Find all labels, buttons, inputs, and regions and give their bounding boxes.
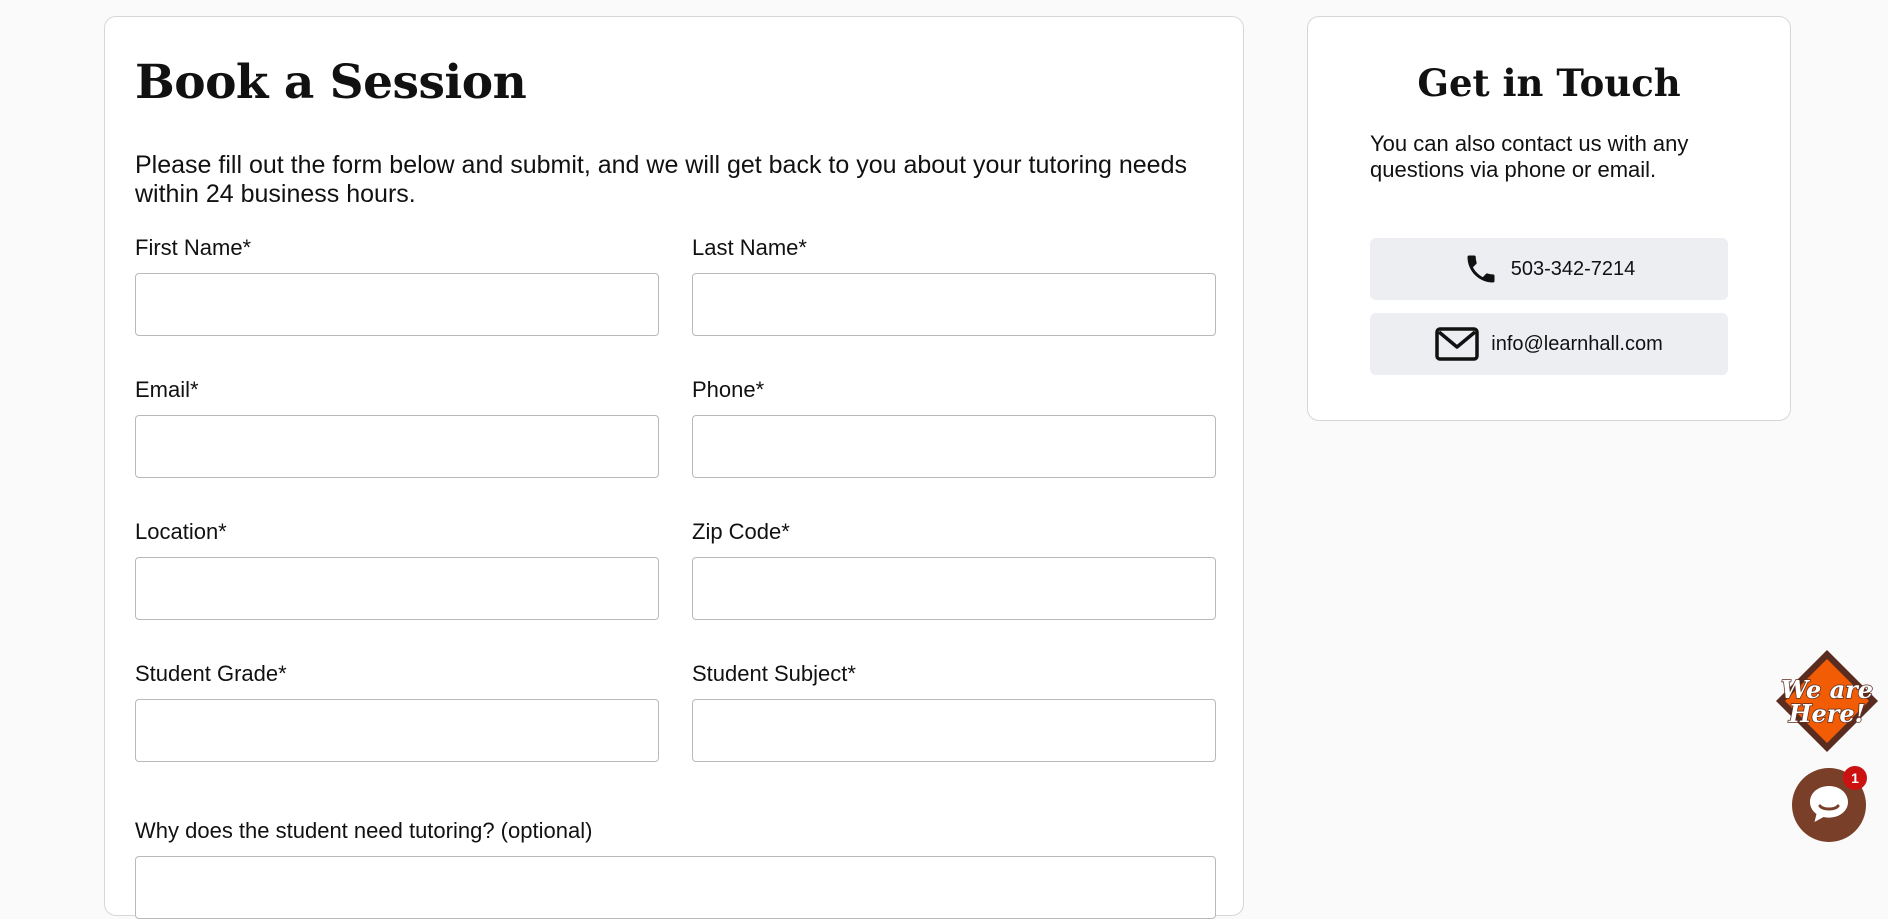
student-subject-label: Student Subject* (692, 661, 856, 686)
contact-title: Get in Touch (1417, 61, 1681, 105)
last-name-input[interactable] (692, 273, 1216, 336)
badge-line-2: Here! (1788, 699, 1865, 728)
email-address: info@learnhall.com (1491, 332, 1663, 355)
phone-field: Phone* (692, 377, 1216, 478)
tutoring-reason-input[interactable] (135, 856, 1216, 919)
tutoring-reason-field: Why does the student need tutoring? (opt… (135, 818, 1216, 919)
form-title: Book a Session (135, 55, 527, 110)
zip-code-label: Zip Code* (692, 519, 790, 544)
phone-number: 503-342-7214 (1510, 257, 1636, 280)
email-contact-button[interactable]: info@learnhall.com (1370, 313, 1728, 375)
location-field: Location* (135, 519, 659, 620)
student-subject-field: Student Subject* (692, 661, 1216, 762)
mail-icon (1435, 327, 1479, 361)
contact-text: You can also contact us with any questio… (1370, 131, 1689, 182)
email-label: Email* (135, 377, 199, 402)
zip-code-input[interactable] (692, 557, 1216, 620)
student-grade-input[interactable] (135, 699, 659, 762)
email-input[interactable] (135, 415, 659, 478)
contact-card: Get in Touch You can also contact us wit… (1307, 16, 1791, 421)
first-name-label: First Name* (135, 235, 252, 260)
first-name-input[interactable] (135, 273, 659, 336)
form-intro: Please fill out the form below and submi… (135, 151, 1187, 208)
unread-count-badge: 1 (1843, 766, 1867, 790)
zip-code-field: Zip Code* (692, 519, 1216, 620)
email-field: Email* (135, 377, 659, 478)
student-grade-field: Student Grade* (135, 661, 659, 762)
location-input[interactable] (135, 557, 659, 620)
last-name-field: Last Name* (692, 235, 1216, 336)
booking-form-card: Book a Session Please fill out the form … (104, 16, 1244, 919)
last-name-label: Last Name* (692, 235, 807, 260)
location-label: Location* (135, 519, 227, 544)
phone-contact-button[interactable]: 503-342-7214 (1370, 238, 1728, 300)
student-grade-label: Student Grade* (135, 661, 287, 686)
first-name-field: First Name* (135, 235, 659, 336)
we-are-here-badge[interactable]: We are Here! (1772, 646, 1882, 756)
chat-bubble-icon (1792, 786, 1866, 846)
phone-label: Phone* (692, 377, 765, 402)
student-subject-input[interactable] (692, 699, 1216, 762)
phone-input[interactable] (692, 415, 1216, 478)
tutoring-reason-label: Why does the student need tutoring? (opt… (135, 818, 593, 843)
phone-icon (1463, 251, 1499, 287)
